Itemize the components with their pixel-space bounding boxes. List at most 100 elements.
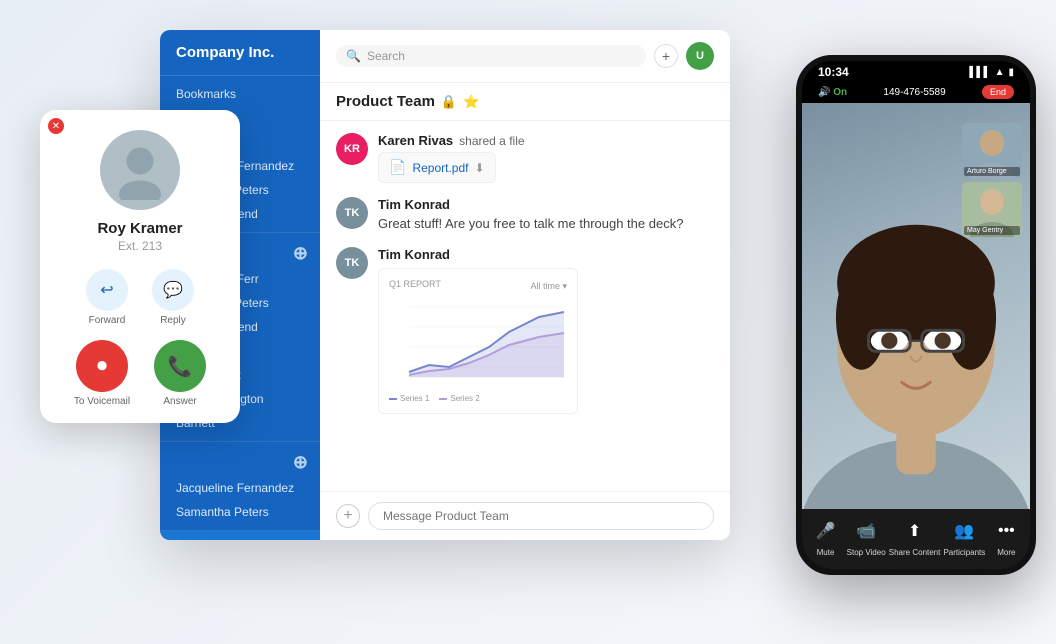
- mobile-toolbar: 🎤 Mute 📹 Stop Video ⬆ Share Content 👥 Pa…: [802, 509, 1030, 569]
- voicemail-icon: ⏺: [97, 355, 107, 378]
- mute-label: Mute: [817, 548, 835, 557]
- call-banner: 🔊 On 149-476-5589 End: [802, 81, 1030, 103]
- message-input[interactable]: [368, 502, 714, 530]
- signal-icon: ▌▌▌: [969, 67, 990, 78]
- call-number: 149-476-5589: [883, 87, 945, 98]
- chat-area: 🔍 Search + U Product Team 🔒 ⭐: [320, 30, 730, 540]
- message-3: TK Tim Konrad Q1 REPORT All time ▾: [336, 247, 714, 414]
- more-label: More: [997, 548, 1015, 557]
- file-attachment[interactable]: 📄 Report.pdf ⬇: [378, 152, 496, 183]
- forward-btn-container: ↩ Forward: [86, 269, 128, 326]
- chart-svg: [389, 297, 569, 387]
- reply-btn[interactable]: 💬: [152, 269, 194, 311]
- tim-avatar-1: TK: [336, 197, 368, 229]
- more-dots-icon: •••: [988, 517, 1024, 545]
- karen-message-content: Karen Rivas shared a file 📄 Report.pdf ⬇: [378, 133, 714, 183]
- karen-name: Karen Rivas: [378, 133, 453, 148]
- sidebar-channels-header: ⊕: [160, 448, 320, 476]
- stop-video-btn[interactable]: 📹 Stop Video: [847, 517, 886, 557]
- share-icon: ⬆: [897, 517, 933, 545]
- message-add-btn[interactable]: +: [336, 504, 360, 528]
- sidebar-item-speters[interactable]: Samantha Peters: [160, 500, 320, 524]
- add-contact-btn[interactable]: +: [654, 44, 678, 68]
- sidebar-company-name: Company Inc.: [160, 30, 320, 76]
- mobile-time: 10:34: [818, 65, 849, 79]
- end-call-btn[interactable]: End: [982, 85, 1014, 99]
- messages-list: KR Karen Rivas shared a file 📄 Report.pd…: [320, 121, 730, 491]
- header-actions: + U: [654, 42, 714, 70]
- search-icon: 🔍: [346, 49, 361, 63]
- tim-message-header-2: Tim Konrad: [378, 247, 714, 262]
- participants-label: Participants: [943, 548, 985, 557]
- call-on-label: 🔊 On: [818, 87, 847, 98]
- sidebar-item-kevin[interactable]: Kevin Sims: [160, 539, 320, 540]
- pdf-icon: 📄: [389, 159, 406, 176]
- tim-avatar-2: TK: [336, 247, 368, 279]
- message-input-bar: +: [320, 491, 730, 540]
- voicemail-label: To Voicemail: [74, 396, 130, 407]
- mobile-status-icons: ▌▌▌ ▲ ▮: [969, 67, 1014, 78]
- chart-legend-1: Series 1: [389, 394, 429, 403]
- answer-btn-container: 📞 Answer: [154, 340, 206, 407]
- wifi-icon: ▲: [995, 67, 1005, 78]
- message-1: KR Karen Rivas shared a file 📄 Report.pd…: [336, 133, 714, 183]
- sidebar-item-jfernandez[interactable]: Jacqueline Fernandez: [160, 476, 320, 500]
- mute-btn[interactable]: 🎤 Mute: [808, 517, 844, 557]
- thumb-arturo-label: Arturo Borge: [964, 167, 1020, 176]
- more-btn[interactable]: ••• More: [988, 517, 1024, 557]
- chart-attachment: Q1 REPORT All time ▾: [378, 268, 578, 414]
- file-name: Report.pdf: [412, 161, 468, 175]
- video-main: Arturo Borge May Gentry: [802, 103, 1030, 509]
- sidebar-item-bookmarks[interactable]: Bookmarks: [160, 82, 320, 106]
- answer-icon: 📞: [168, 354, 193, 379]
- participants-icon: 👥: [946, 517, 982, 545]
- caller-name: Roy Kramer: [97, 220, 182, 237]
- sidebar-section-channels: ⊕ Jacqueline Fernandez Samantha Peters: [160, 442, 320, 531]
- chart-filter[interactable]: All time ▾: [530, 281, 567, 292]
- phone-card: ✕ Roy Kramer Ext. 213 ↩ Forward 💬 Repl: [40, 110, 240, 423]
- caller-avatar: [100, 130, 180, 210]
- message-2: TK Tim Konrad Great stuff! Are you free …: [336, 197, 714, 233]
- chat-top-bar: 🔍 Search + U: [320, 30, 730, 83]
- channel-header: Product Team 🔒 ⭐: [320, 83, 730, 121]
- user-avatar[interactable]: U: [686, 42, 714, 70]
- mobile-status-bar: 10:34 ▌▌▌ ▲ ▮: [802, 61, 1030, 81]
- share-content-btn[interactable]: ⬆ Share Content: [889, 517, 941, 557]
- thumb-may: May Gentry: [962, 182, 1022, 237]
- forward-btn[interactable]: ↩: [86, 269, 128, 311]
- thumbnail-panel: Arturo Borge May Gentry: [962, 123, 1022, 237]
- mobile-app: 10:34 ▌▌▌ ▲ ▮ 🔊 On 149-476-5589 End: [796, 55, 1036, 575]
- karen-message-header: Karen Rivas shared a file: [378, 133, 714, 148]
- tim-message-content-2: Tim Konrad Q1 REPORT All time ▾: [378, 247, 714, 414]
- star-icon[interactable]: ⭐: [463, 94, 479, 110]
- lock-icon: 🔒: [441, 94, 457, 110]
- battery-icon: ▮: [1008, 67, 1014, 78]
- karen-action: shared a file: [459, 134, 524, 148]
- mute-icon: 🎤: [808, 517, 844, 545]
- tim-text-1: Great stuff! Are you free to talk me thr…: [378, 215, 714, 233]
- reply-icon: 💬: [163, 280, 183, 300]
- answer-label: Answer: [163, 396, 196, 407]
- voicemail-btn[interactable]: ⏺: [76, 340, 128, 392]
- answer-btn[interactable]: 📞: [154, 340, 206, 392]
- call-actions-row2: ⏺ To Voicemail 📞 Answer: [74, 340, 206, 407]
- forward-label: Forward: [89, 315, 126, 326]
- tim-name-2: Tim Konrad: [378, 247, 450, 262]
- close-btn[interactable]: ✕: [48, 118, 64, 134]
- reply-label: Reply: [160, 315, 186, 326]
- chart-title: Q1 REPORT: [389, 279, 441, 289]
- reply-btn-container: 💬 Reply: [152, 269, 194, 326]
- sidebar-direct-add-btn[interactable]: ⊕: [293, 244, 308, 262]
- stop-video-icon: 📹: [848, 517, 884, 545]
- sidebar-active-section: Kevin Sims: [160, 531, 320, 540]
- download-icon[interactable]: ⬇: [474, 161, 484, 175]
- voicemail-btn-container: ⏺ To Voicemail: [74, 340, 130, 407]
- search-placeholder: Search: [367, 49, 405, 63]
- search-bar[interactable]: 🔍 Search: [336, 45, 646, 67]
- stop-video-label: Stop Video: [847, 548, 886, 557]
- call-actions-row1: ↩ Forward 💬 Reply: [86, 269, 194, 326]
- share-label: Share Content: [889, 548, 941, 557]
- channel-name: Product Team: [336, 93, 435, 110]
- participants-btn[interactable]: 👥 Participants: [943, 517, 985, 557]
- sidebar-channels-add-btn[interactable]: ⊕: [293, 453, 308, 471]
